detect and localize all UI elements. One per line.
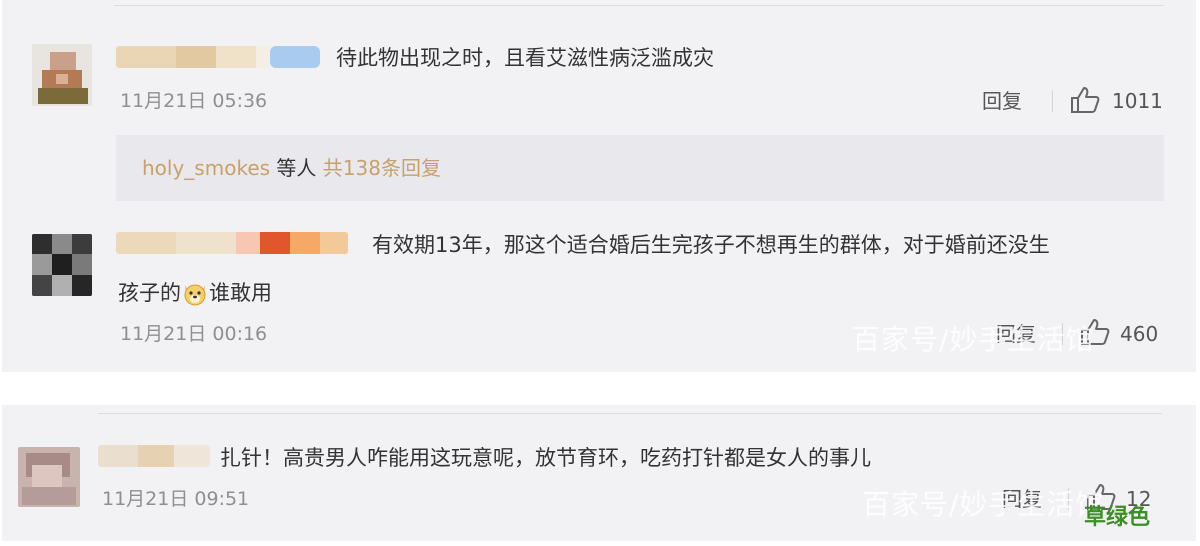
avatar[interactable] <box>18 447 80 507</box>
reply-button[interactable]: 回复 <box>982 89 1022 113</box>
avatar[interactable] <box>32 234 92 296</box>
avatar[interactable] <box>32 44 92 106</box>
divider <box>114 5 1164 6</box>
sub-replies-box[interactable]: holy_smokes 等人 共138条回复 <box>116 135 1164 201</box>
comment-text-part: 谁敢用 <box>209 281 272 305</box>
comment-text: 有效期13年，那这个适合婚后生完孩子不想再生的群体，对于婚前还没生 <box>372 233 1050 257</box>
sub-reply-username[interactable]: holy_smokes <box>142 156 270 180</box>
watermark: 百家号/妙手生活馆 <box>852 323 1095 356</box>
comment-card: 待此物出现之时，且看艾滋性病泛滥成灾 11月21日 05:36 回复 1011 … <box>2 0 1196 372</box>
thumbs-up-icon[interactable] <box>1070 86 1100 114</box>
divider <box>98 413 1162 414</box>
comment-card: 扎针！高贵男人咋能用这玩意呢，放节育环，吃药打针都是女人的事儿 11月21日 0… <box>2 405 1196 541</box>
comment-time: 11月21日 09:51 <box>102 488 250 510</box>
comment-text: 扎针！高贵男人咋能用这玩意呢，放节育环，吃药打针都是女人的事儿 <box>220 446 871 470</box>
corner-label: 草绿色 <box>1083 505 1150 530</box>
comment-time: 11月21日 05:36 <box>120 90 268 112</box>
username-blurred[interactable] <box>116 46 320 68</box>
username-blurred[interactable] <box>116 232 348 254</box>
comment-time: 11月21日 00:16 <box>120 323 268 345</box>
comment-text-part: 孩子的 <box>118 281 181 305</box>
like-count: 1011 <box>1112 89 1163 113</box>
view-all-replies-link[interactable]: 共138条回复 <box>323 156 441 180</box>
comment-text-line2: 孩子的 谁敢用 <box>118 279 272 307</box>
comment-text: 待此物出现之时，且看艾滋性病泛滥成灾 <box>336 46 714 70</box>
username-blurred[interactable] <box>98 445 210 467</box>
sub-reply-text: 等人 <box>276 156 317 180</box>
divider <box>1052 90 1053 112</box>
watermark: 百家号/妙手生活馆 <box>862 488 1105 521</box>
like-count: 460 <box>1120 322 1159 346</box>
dog-face-emoji <box>184 284 206 306</box>
